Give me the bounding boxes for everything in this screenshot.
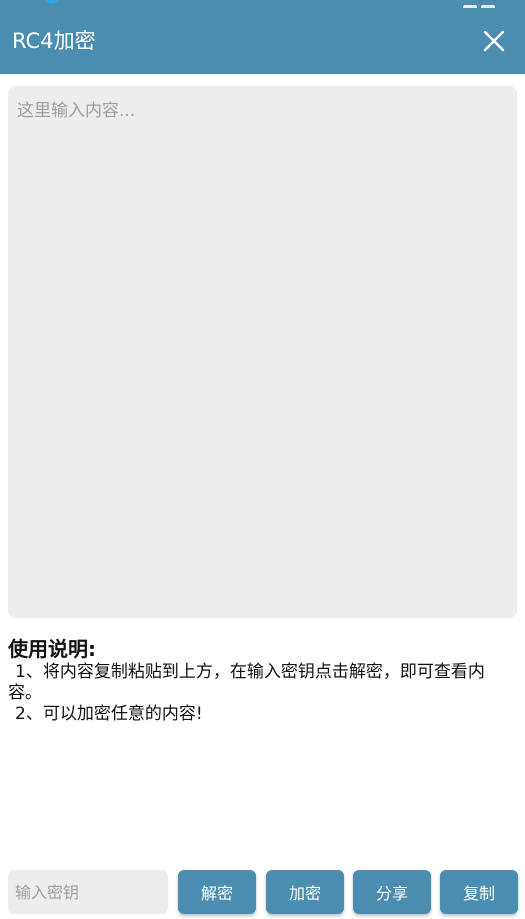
app-toolbar: RC4加密 xyxy=(0,8,525,74)
share-button[interactable]: 分享 xyxy=(353,870,431,914)
key-input[interactable] xyxy=(8,870,168,914)
decrypt-button[interactable]: 解密 xyxy=(178,870,256,914)
close-button[interactable] xyxy=(477,24,511,58)
notification-icon xyxy=(46,0,58,4)
status-icons xyxy=(459,0,499,11)
encrypt-button[interactable]: 加密 xyxy=(266,870,344,914)
instruction-item-2: 2、可以加密任意的内容! xyxy=(15,704,203,724)
instructions-title: 使用说明: xyxy=(8,637,96,661)
instruction-item-1: 1、将内容复制粘贴到上方，在输入密钥点击解密，即可查看内容。 xyxy=(8,662,485,703)
close-icon xyxy=(483,30,505,52)
page-title: RC4加密 xyxy=(12,29,96,53)
status-bar xyxy=(0,0,525,11)
copy-button[interactable]: 复制 xyxy=(440,870,518,914)
content-input[interactable] xyxy=(8,86,517,618)
